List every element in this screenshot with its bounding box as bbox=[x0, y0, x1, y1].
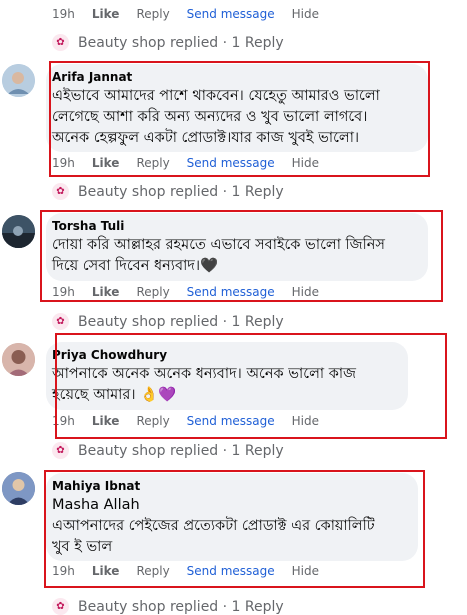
page-replied-row[interactable]: ✿ Beauty shop replied · 1 Reply bbox=[52, 183, 284, 200]
avatar[interactable] bbox=[2, 64, 35, 97]
beauty-shop-logo-icon: ✿ bbox=[52, 598, 69, 615]
page-replied-label: Beauty shop replied · 1 Reply bbox=[78, 313, 284, 330]
avatar[interactable] bbox=[2, 472, 35, 505]
page-replied-label: Beauty shop replied · 1 Reply bbox=[78, 183, 284, 200]
beauty-shop-logo-icon: ✿ bbox=[52, 183, 69, 200]
highlight-box bbox=[44, 470, 425, 588]
page-replied-label: Beauty shop replied · 1 Reply bbox=[78, 442, 284, 459]
page-replied-label: Beauty shop replied · 1 Reply bbox=[78, 598, 284, 615]
page-replied-row[interactable]: ✿ Beauty shop replied · 1 Reply bbox=[52, 598, 284, 615]
avatar[interactable] bbox=[2, 215, 35, 248]
hide-button[interactable]: Hide bbox=[292, 7, 319, 21]
comment-actions: 19h Like Reply Send message Hide bbox=[52, 7, 336, 21]
like-button[interactable]: Like bbox=[92, 7, 120, 21]
avatar[interactable] bbox=[2, 343, 35, 376]
beauty-shop-logo-icon: ✿ bbox=[52, 313, 69, 330]
send-message-button[interactable]: Send message bbox=[187, 7, 275, 21]
highlight-box bbox=[40, 210, 443, 302]
highlight-box bbox=[55, 333, 447, 439]
beauty-shop-logo-icon: ✿ bbox=[52, 442, 69, 459]
page-replied-row[interactable]: ✿ Beauty shop replied · 1 Reply bbox=[52, 313, 284, 330]
highlight-box bbox=[49, 61, 430, 177]
page-replied-label: Beauty shop replied · 1 Reply bbox=[78, 34, 284, 51]
beauty-shop-logo-icon: ✿ bbox=[52, 34, 69, 51]
timestamp: 19h bbox=[52, 7, 75, 21]
reply-button[interactable]: Reply bbox=[136, 7, 169, 21]
page-replied-row[interactable]: ✿ Beauty shop replied · 1 Reply bbox=[52, 442, 284, 459]
page-replied-row[interactable]: ✿ Beauty shop replied · 1 Reply bbox=[52, 34, 284, 51]
